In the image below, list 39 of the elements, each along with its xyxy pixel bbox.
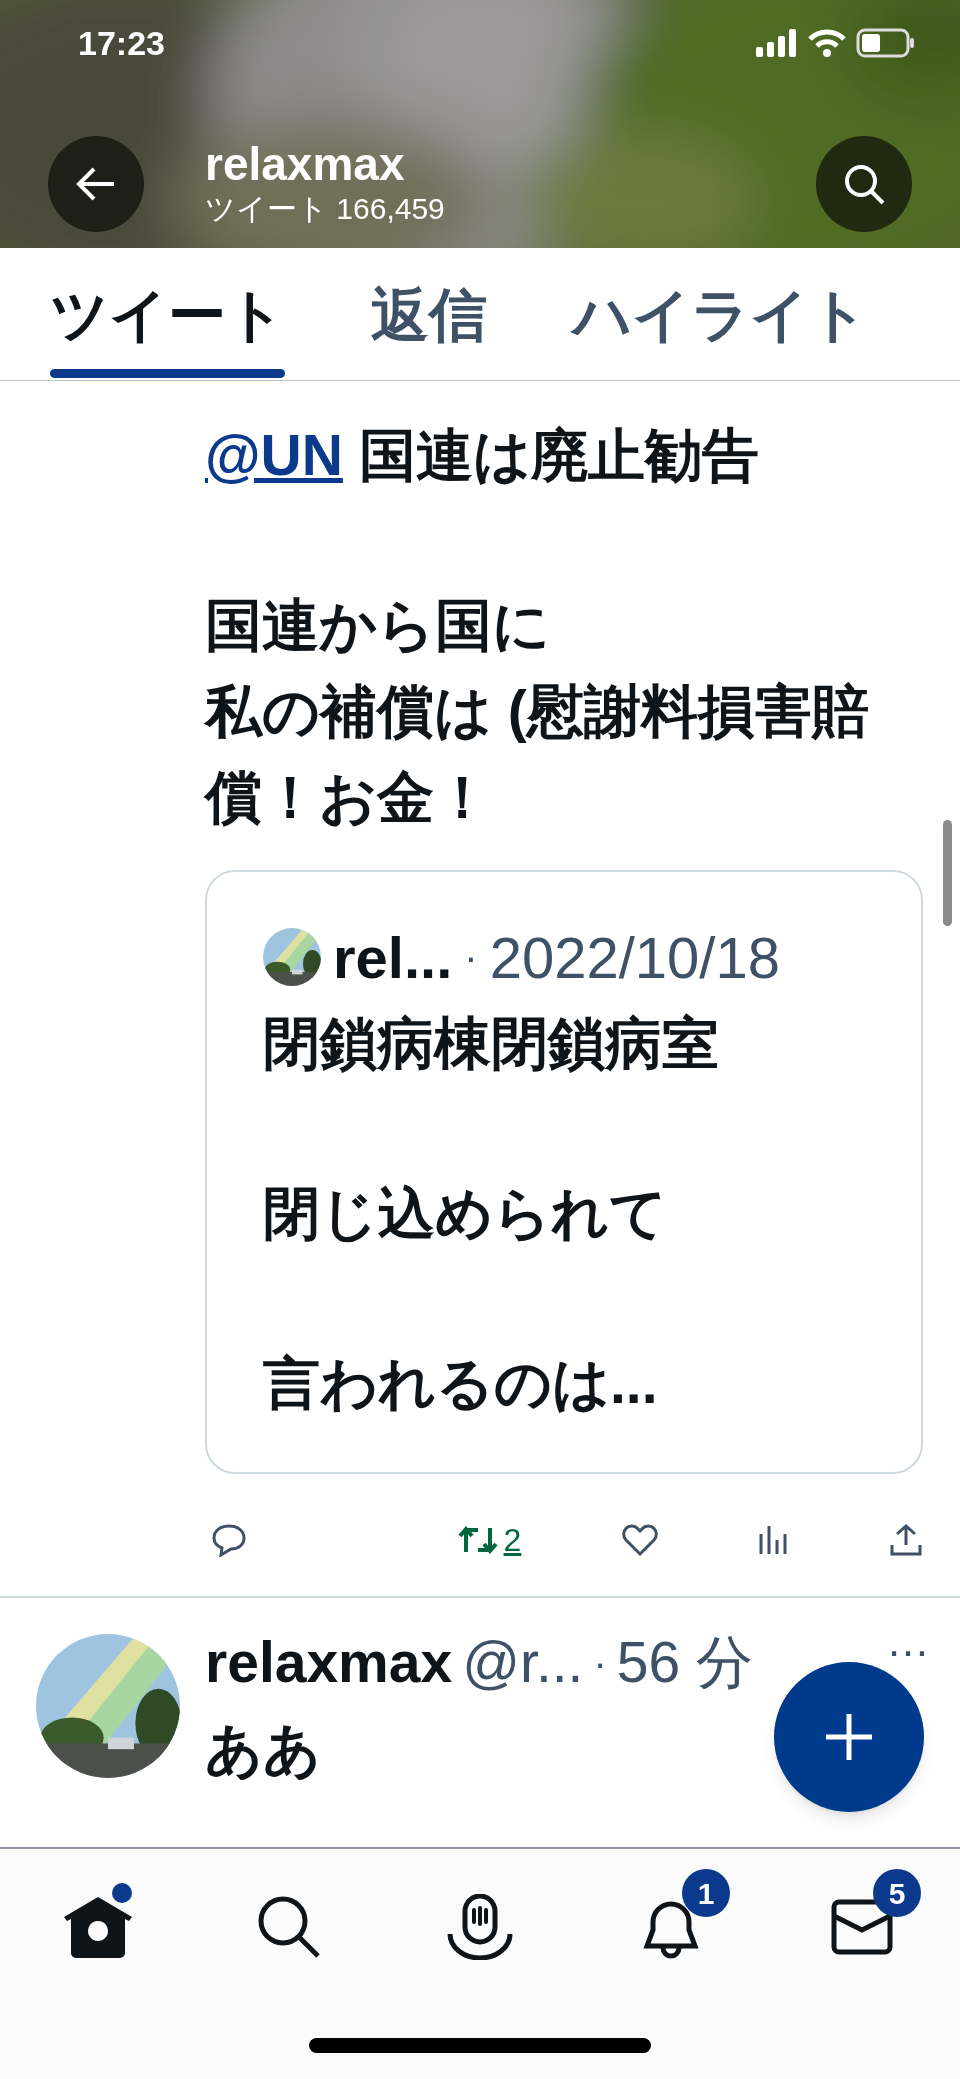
plus-icon	[824, 1712, 874, 1762]
notification-badge: 1	[682, 1869, 730, 1917]
tweet-time: 56 分	[616, 1629, 753, 1697]
tweet-date: 2022/10/18	[489, 923, 780, 992]
retweet-button[interactable]: 2	[457, 1516, 522, 1564]
wifi-icon	[808, 29, 846, 57]
analytics-icon[interactable]	[758, 1524, 789, 1556]
author-name: relaxmax	[205, 1629, 453, 1697]
profile-name: relaxmax	[205, 139, 406, 189]
home-icon	[62, 1895, 134, 1959]
quoted-text: 閉鎖病棟閉鎖病室	[263, 1010, 720, 1077]
reply-icon[interactable]	[211, 1523, 247, 1557]
mention-link[interactable]: @UN	[205, 423, 343, 487]
quoted-tweet-card[interactable]: rel... · 2022/10/18 閉鎖病棟閉鎖病室 閉じ込められて 言われるのは...	[205, 870, 923, 1474]
search-icon	[256, 1894, 322, 1960]
signal-icon	[756, 29, 798, 57]
battery-icon	[856, 28, 916, 58]
status-time: 17:23	[78, 22, 165, 64]
author-handle: @r...	[462, 1629, 584, 1697]
search-icon	[842, 162, 886, 206]
tweet-text: 私の補償は (慰謝料損害賠償！お金！	[205, 678, 870, 831]
back-arrow-icon	[76, 166, 116, 202]
notification-badge: 5	[873, 1869, 921, 1917]
tweet-text: @UN 国連は廃止勧告	[205, 422, 760, 489]
heart-icon[interactable]	[621, 1524, 658, 1556]
microphone-icon	[447, 1894, 513, 1960]
tab[interactable]: 返信	[371, 248, 487, 380]
more-button[interactable]: …	[886, 1628, 930, 1654]
retweet-icon	[457, 1524, 498, 1556]
tweet-text: ああ	[205, 1716, 321, 1783]
tweet-count: ツイート 166,459	[205, 191, 446, 227]
tweet-text: 国連から国に	[205, 592, 551, 659]
author-name: rel...	[333, 923, 453, 992]
quoted-text: 言われるのは...	[263, 1350, 659, 1417]
share-icon[interactable]	[889, 1523, 923, 1557]
quoted-text: 閉じ込められて	[263, 1180, 668, 1247]
separator-dot: ·	[593, 1640, 607, 1687]
separator-dot: ·	[464, 934, 478, 981]
tab[interactable]: ツイート	[50, 248, 285, 380]
